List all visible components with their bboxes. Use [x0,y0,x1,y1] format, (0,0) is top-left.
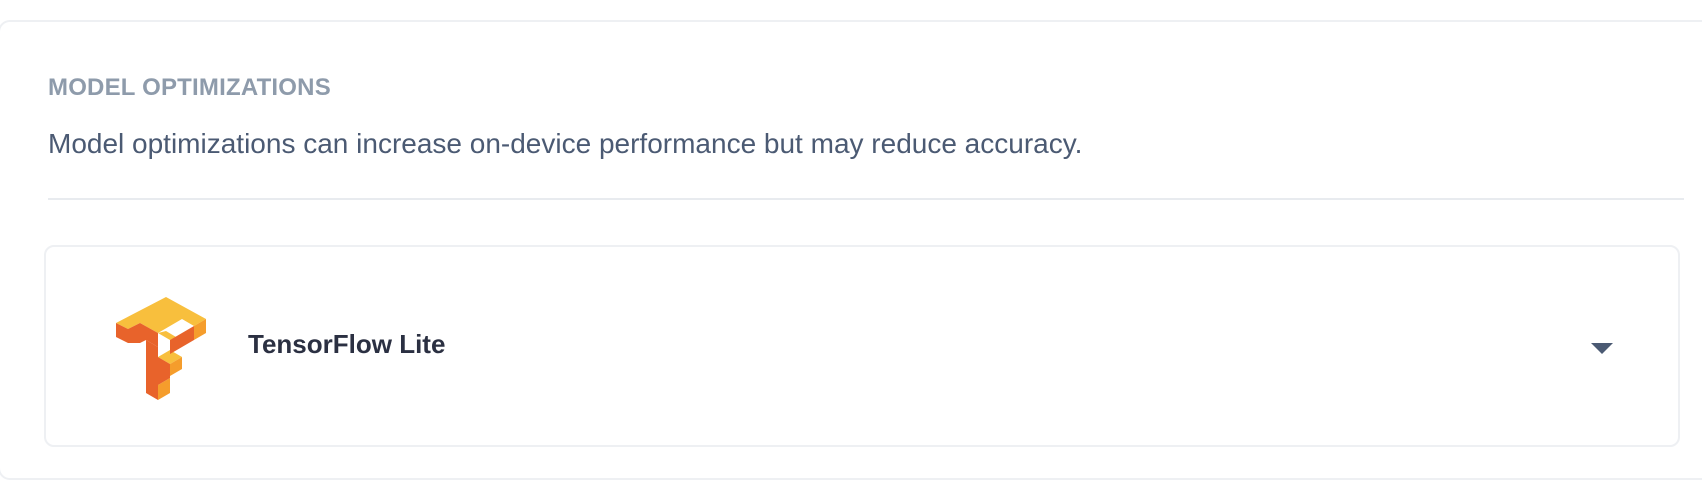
section-description: Model optimizations can increase on-devi… [48,128,1083,159]
section-title: MODEL OPTIMIZATIONS [48,74,331,101]
tensorflow-lite-accordion[interactable]: TensorFlow Lite [44,245,1680,447]
engine-name: TensorFlow Lite [248,329,446,359]
tensorflow-logo-icon [116,295,216,401]
chevron-down-icon[interactable] [1590,341,1614,355]
divider [48,198,1684,200]
